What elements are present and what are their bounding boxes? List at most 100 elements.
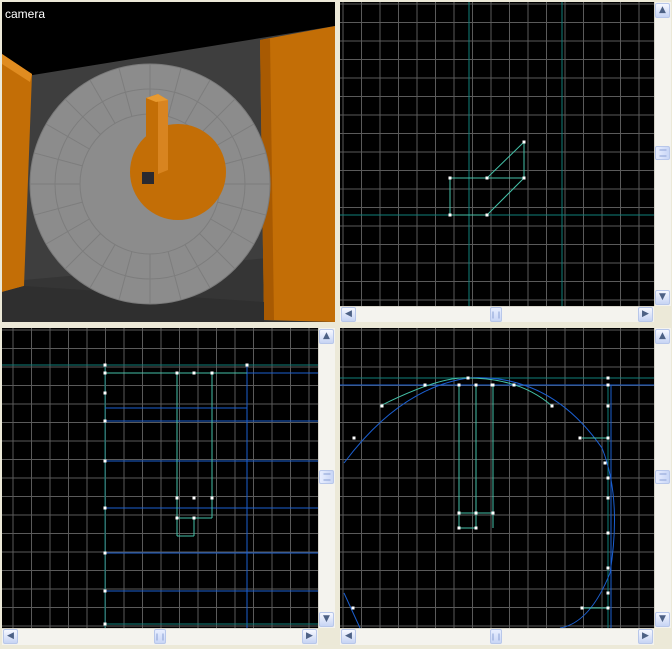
vertex-handle: [491, 383, 495, 387]
vertex-handle: [512, 383, 516, 387]
vertex-handle: [457, 383, 461, 387]
scroll-left-button[interactable]: ◀: [341, 629, 356, 644]
camera-render: [2, 2, 335, 322]
vertex-handle: [103, 506, 107, 510]
front-view-vscroll[interactable]: ▲ ▼: [318, 328, 335, 628]
vertex-handle: [103, 622, 107, 626]
vertex-handle: [175, 496, 179, 500]
vertex-handle: [103, 589, 107, 593]
thumb-grip: [492, 633, 500, 640]
top-view-viewport[interactable]: [340, 2, 654, 306]
vertex-handle: [606, 496, 610, 500]
top-view-hscroll[interactable]: ◀ ▶: [340, 306, 654, 322]
vertex-handle: [103, 419, 107, 423]
vertex-handle: [603, 461, 607, 465]
vertex-handle: [352, 436, 356, 440]
vertex-handle: [606, 531, 610, 535]
scroll-right-button[interactable]: ▶: [638, 307, 653, 322]
side-view-vscroll[interactable]: ▲ ▼: [654, 328, 671, 628]
vertex-handle: [606, 436, 610, 440]
thumb-grip: [659, 473, 666, 481]
vertex-handle: [474, 511, 478, 515]
vertex-handle: [522, 176, 526, 180]
scroll-right-button[interactable]: ▶: [302, 629, 317, 644]
thumb-grip: [156, 633, 164, 640]
vertex-handle: [457, 526, 461, 530]
scroll-down-button[interactable]: ▼: [655, 612, 670, 627]
vertex-handle: [175, 516, 179, 520]
vertex-handle: [474, 526, 478, 530]
scroll-thumb[interactable]: [490, 307, 502, 322]
side-view-hscroll[interactable]: ◀ ▶: [340, 628, 654, 645]
vertex-handle: [448, 213, 452, 217]
scroll-thumb[interactable]: [319, 470, 334, 484]
camera-viewport[interactable]: camera: [2, 2, 335, 322]
vertex-handle: [175, 371, 179, 375]
vertex-handle: [103, 363, 107, 367]
scroll-corner: [318, 628, 335, 645]
scroll-thumb[interactable]: [655, 470, 670, 484]
top-view-pane[interactable]: ▲ ▼ ◀ ▶: [340, 2, 671, 322]
vertex-handle: [606, 404, 610, 408]
scroll-right-button[interactable]: ▶: [638, 629, 653, 644]
vertex-handle: [192, 496, 196, 500]
vertex-handle: [466, 376, 470, 380]
front-view-hscroll[interactable]: ◀ ▶: [2, 628, 318, 645]
thumb-grip: [659, 149, 666, 157]
thumb-grip: [323, 473, 330, 481]
vertex-handle: [210, 371, 214, 375]
vertex-handle: [522, 140, 526, 144]
vertex-handle: [580, 606, 584, 610]
viewport-background: [340, 2, 654, 306]
vertex-handle: [550, 404, 554, 408]
vertex-handle: [491, 511, 495, 515]
vertex-handle: [103, 551, 107, 555]
scroll-thumb[interactable]: [490, 629, 502, 644]
vertex-handle: [103, 371, 107, 375]
front-view-viewport[interactable]: [2, 328, 318, 628]
front-view-grid: [2, 328, 318, 628]
front-view-pane[interactable]: ▲ ▼ ◀ ▶: [2, 328, 335, 647]
camera-pane[interactable]: camera: [2, 2, 335, 322]
scroll-corner: [654, 628, 671, 645]
thumb-grip: [492, 311, 500, 318]
scroll-up-button[interactable]: ▲: [319, 329, 334, 344]
scroll-up-button[interactable]: ▲: [655, 329, 670, 344]
side-view-viewport[interactable]: [340, 328, 654, 628]
vertex-handle: [606, 383, 610, 387]
vertex-handle: [192, 371, 196, 375]
top-view-vscroll[interactable]: ▲ ▼: [654, 2, 671, 306]
vertex-handle: [210, 496, 214, 500]
vertex-handle: [448, 176, 452, 180]
rotating-disc: [29, 63, 271, 305]
scroll-up-button[interactable]: ▲: [655, 3, 670, 18]
side-view-pane[interactable]: ▲ ▼ ◀ ▶: [340, 328, 671, 647]
scroll-corner: [654, 306, 671, 322]
scroll-left-button[interactable]: ◀: [341, 307, 356, 322]
scroll-down-button[interactable]: ▼: [319, 612, 334, 627]
camera-label: camera: [5, 7, 46, 21]
vertex-handle: [606, 476, 610, 480]
side-view-grid: [340, 328, 654, 628]
vertex-handle: [485, 176, 489, 180]
vertex-handle: [474, 383, 478, 387]
top-view-grid: [340, 2, 654, 306]
vertex-handle: [606, 606, 610, 610]
vertex-handle: [351, 606, 355, 610]
vertex-handle: [485, 213, 489, 217]
vertex-handle: [578, 436, 582, 440]
vertex-handle: [103, 391, 107, 395]
scroll-left-button[interactable]: ◀: [3, 629, 18, 644]
vertex-handle: [606, 591, 610, 595]
vertex-handle: [457, 511, 461, 515]
scroll-thumb[interactable]: [655, 146, 670, 160]
vertex-handle: [606, 376, 610, 380]
vertex-handle: [380, 404, 384, 408]
scroll-thumb[interactable]: [154, 629, 166, 644]
scroll-down-button[interactable]: ▼: [655, 290, 670, 305]
vertex-handle: [192, 516, 196, 520]
vertex-handle: [423, 383, 427, 387]
vertex-handle: [245, 363, 249, 367]
vertex-handle: [606, 566, 610, 570]
vertex-handle: [103, 459, 107, 463]
